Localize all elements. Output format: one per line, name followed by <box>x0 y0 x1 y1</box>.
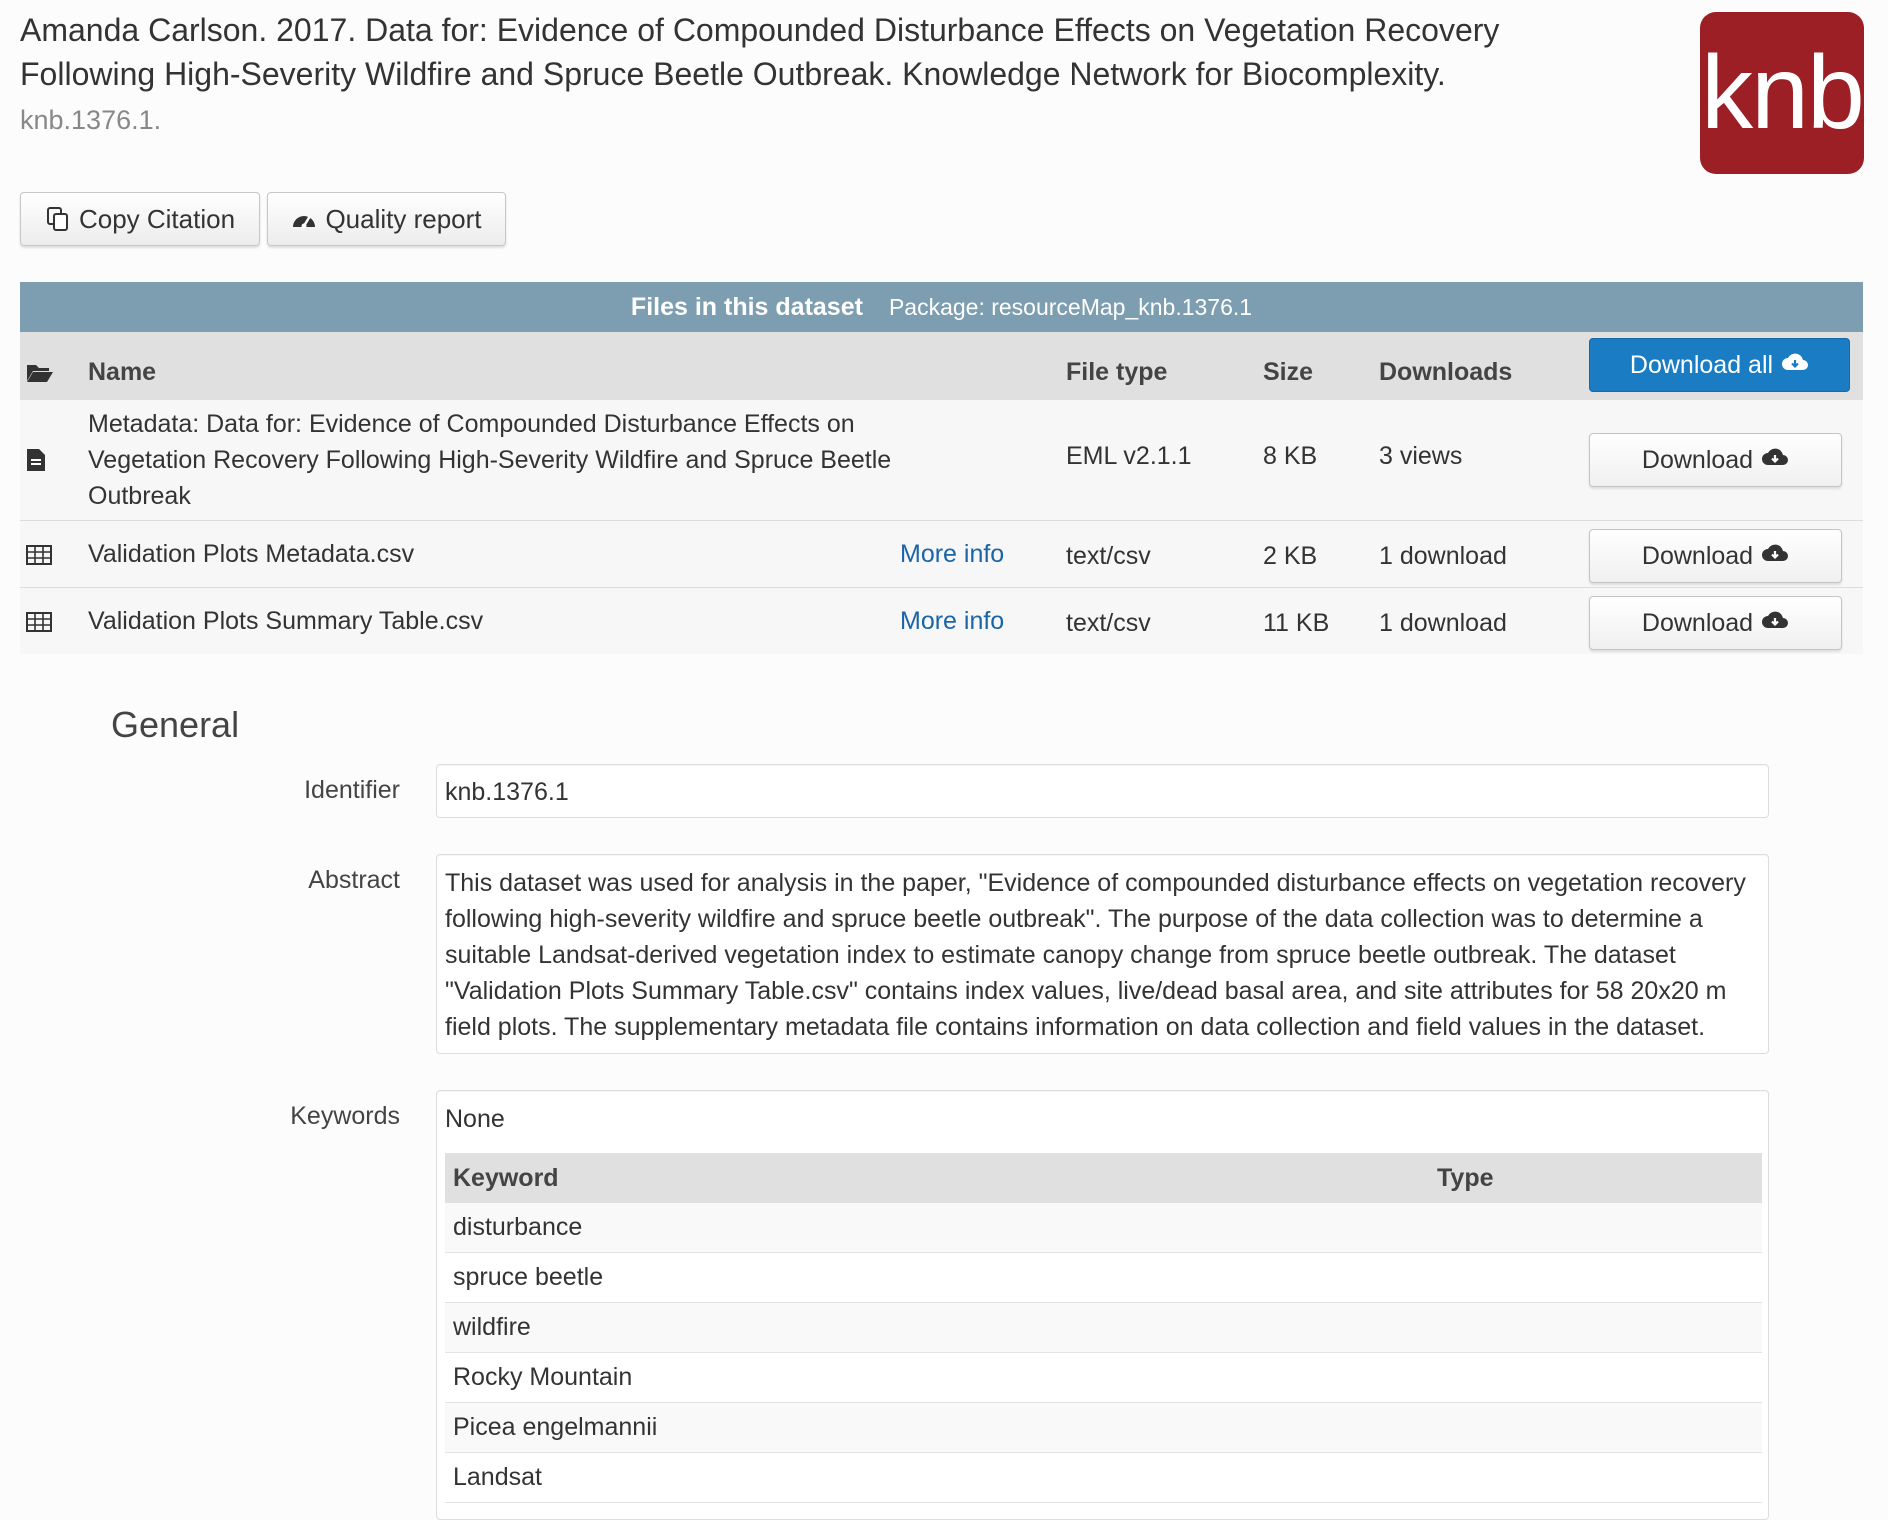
files-table-header: Name File type Size Downloads <box>20 332 1863 400</box>
file-name: Validation Plots Summary Table.csv <box>88 607 484 635</box>
file-row: Metadata: Data for: Evidence of Compound… <box>20 400 1863 521</box>
download-label: Download <box>1641 445 1754 474</box>
quality-report-button[interactable]: Quality report <box>267 192 506 246</box>
keywords-label: Keywords <box>290 1102 400 1130</box>
copy-citation-button[interactable]: Copy Citation <box>20 192 260 246</box>
cloud-download-icon <box>1761 542 1789 571</box>
keywords-table-body: disturbance spruce beetle wildfire Rocky… <box>445 1203 1762 1503</box>
knb-logo[interactable]: knb <box>1700 12 1865 174</box>
download-button[interactable]: Download <box>1589 596 1842 650</box>
keyword: Landsat <box>453 1463 542 1491</box>
file-name: Validation Plots Metadata.csv <box>88 540 415 568</box>
general-section-title: General <box>111 704 240 745</box>
download-all-button[interactable]: Download all <box>1589 338 1850 392</box>
file-type: EML v2.1.1 <box>1066 442 1192 470</box>
keyword-row: Picea engelmannii <box>445 1403 1762 1453</box>
cloud-download-icon <box>1781 351 1809 380</box>
abstract-label: Abstract <box>308 866 400 894</box>
file-type: text/csv <box>1066 542 1151 570</box>
column-file-type[interactable]: File type <box>1066 358 1167 387</box>
keyword: spruce beetle <box>453 1263 604 1291</box>
keyword-thesaurus: None <box>445 1105 505 1133</box>
column-name[interactable]: Name <box>88 358 156 387</box>
keyword: Rocky Mountain <box>453 1363 633 1391</box>
file-downloads: 1 download <box>1379 609 1507 637</box>
table-icon <box>26 610 52 639</box>
citation: Amanda Carlson. 2017. Data for: Evidence… <box>20 8 1580 142</box>
citation-id: knb.1376.1. <box>20 105 162 135</box>
keywords-table: Keyword Type disturbance spruce beetle w… <box>445 1153 1762 1503</box>
keyword-row: Landsat <box>445 1453 1762 1503</box>
keyword-row: wildfire <box>445 1303 1762 1353</box>
keyword: wildfire <box>453 1313 531 1341</box>
citation-text: Amanda Carlson. 2017. Data for: Evidence… <box>20 12 1500 92</box>
keyword-row: disturbance <box>445 1203 1762 1253</box>
download-button[interactable]: Download <box>1589 529 1842 583</box>
file-type: text/csv <box>1066 609 1151 637</box>
more-info-link[interactable]: More info <box>900 536 1004 572</box>
more-info-link[interactable]: More info <box>900 603 1004 639</box>
file-text-icon <box>26 448 46 479</box>
download-button[interactable]: Download <box>1589 433 1842 487</box>
package-id: Package: resourceMap_knb.1376.1 <box>888 293 1253 320</box>
file-size: 11 KB <box>1263 609 1330 637</box>
copy-citation-label: Copy Citation <box>78 203 236 234</box>
file-row: Validation Plots Metadata.csv More info … <box>20 521 1863 588</box>
identifier-value: knb.1376.1 <box>436 764 1769 818</box>
folder-open-icon <box>26 362 54 389</box>
file-size: 8 KB <box>1263 442 1318 470</box>
file-downloads: 1 download <box>1379 542 1507 570</box>
quality-report-label: Quality report <box>325 203 482 234</box>
cloud-download-icon <box>1761 609 1789 638</box>
identifier-label: Identifier <box>304 776 400 804</box>
keyword-column-header: Keyword <box>453 1164 559 1192</box>
keywords-box: None Keyword Type disturbance spruce bee… <box>436 1090 1769 1520</box>
file-name: Metadata: Data for: Evidence of Compound… <box>88 410 892 510</box>
column-downloads[interactable]: Downloads <box>1379 358 1512 387</box>
abstract-text: This dataset was used for analysis in th… <box>436 854 1769 1054</box>
copy-icon <box>45 206 71 232</box>
table-icon <box>26 543 52 572</box>
file-row: Validation Plots Summary Table.csv More … <box>20 588 1863 654</box>
keyword: Picea engelmannii <box>453 1413 658 1441</box>
file-size: 2 KB <box>1263 542 1318 570</box>
download-label: Download <box>1641 541 1754 570</box>
dashboard-icon <box>291 207 317 231</box>
files-title: Files in this dataset <box>630 292 863 321</box>
files-header: Files in this dataset Package: resourceM… <box>20 282 1863 332</box>
keyword-row: Rocky Mountain <box>445 1353 1762 1403</box>
type-column-header: Type <box>1437 1164 1494 1192</box>
column-size[interactable]: Size <box>1263 358 1313 387</box>
file-downloads: 3 views <box>1379 442 1463 470</box>
keyword: disturbance <box>453 1213 583 1241</box>
download-label: Download <box>1641 608 1754 637</box>
keyword-row: spruce beetle <box>445 1253 1762 1303</box>
cloud-download-icon <box>1761 446 1789 475</box>
download-all-label: Download all <box>1629 350 1774 379</box>
keywords-table-header: Keyword Type <box>445 1153 1762 1203</box>
